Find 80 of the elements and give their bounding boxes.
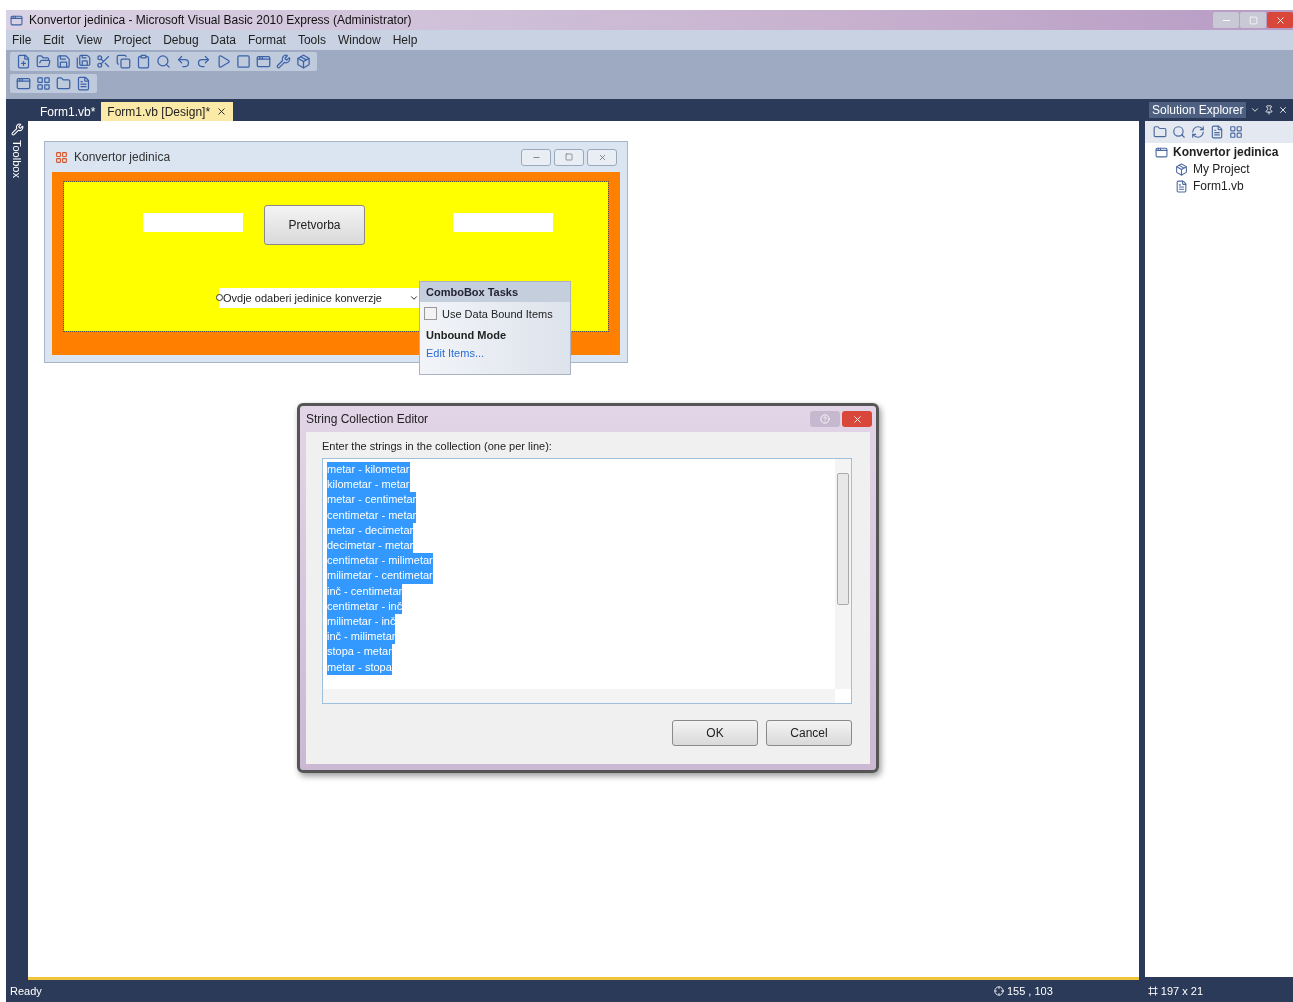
- paste-icon[interactable]: [136, 54, 151, 69]
- stop-icon[interactable]: [236, 54, 251, 69]
- horizontal-scrollbar[interactable]: [323, 689, 835, 703]
- document-icon[interactable]: [1210, 125, 1224, 139]
- document-tab[interactable]: Form1.vb*: [34, 102, 102, 121]
- menu-item[interactable]: File: [8, 33, 36, 47]
- menu-item[interactable]: Window: [333, 33, 385, 47]
- package-icon[interactable]: [296, 54, 311, 69]
- folder-icon[interactable]: [1153, 125, 1167, 139]
- folder-icon[interactable]: [56, 76, 71, 91]
- grid-icon[interactable]: [1229, 125, 1243, 139]
- convert-button[interactable]: Pretvorba: [264, 205, 365, 245]
- document-tab[interactable]: Form1.vb [Design]*: [101, 102, 234, 121]
- menu-item[interactable]: Debug: [159, 33, 203, 47]
- size-text: 197 x 21: [1160, 985, 1203, 997]
- menu-item[interactable]: Edit: [39, 33, 69, 47]
- dialog-button[interactable]: OK: [672, 720, 758, 746]
- tree-item[interactable]: Form1.vb: [1193, 179, 1244, 193]
- close-button[interactable]: [587, 148, 617, 166]
- menu-item[interactable]: Data: [206, 33, 240, 47]
- section-heading: Unbound Mode: [425, 328, 508, 341]
- tasks-title: ComboBox Tasks: [420, 282, 570, 302]
- vertical-scrollbar[interactable]: [835, 459, 851, 689]
- folder-icon[interactable]: [36, 54, 51, 69]
- checkbox[interactable]: [424, 307, 437, 320]
- app-icon: [10, 13, 23, 27]
- dialog-button[interactable]: Cancel: [766, 720, 852, 746]
- menu-item[interactable]: View: [72, 33, 106, 47]
- close-icon: [851, 413, 863, 425]
- search-icon[interactable]: [156, 54, 171, 69]
- redo-icon[interactable]: [196, 54, 211, 69]
- wrench-icon[interactable]: [276, 54, 291, 69]
- output-field[interactable]: [453, 213, 553, 232]
- combo-box[interactable]: Ovdje odaberi jedinice konverzje: [219, 288, 419, 308]
- help-icon: [820, 414, 830, 424]
- close-icon: [1274, 14, 1286, 26]
- status-text: Ready: [10, 985, 42, 997]
- close-icon[interactable]: [1278, 105, 1289, 115]
- close-button[interactable]: [1267, 12, 1293, 28]
- refresh-icon[interactable]: [1191, 125, 1205, 139]
- checkbox-label: Use Data Bound Items: [442, 307, 553, 320]
- input-field[interactable]: [143, 213, 243, 232]
- search-icon[interactable]: [1172, 125, 1186, 139]
- panel-title: Solution Explorer: [1149, 102, 1247, 118]
- save-all-icon[interactable]: [76, 54, 91, 69]
- menu-item[interactable]: Format: [243, 33, 290, 47]
- play-icon[interactable]: [216, 54, 231, 69]
- document-icon[interactable]: [76, 76, 91, 91]
- position-text: 155 , 103: [1006, 985, 1053, 997]
- maximize-icon: [565, 153, 573, 161]
- save-icon[interactable]: [56, 54, 71, 69]
- copy-icon[interactable]: [116, 54, 131, 69]
- window-icon[interactable]: [16, 76, 31, 91]
- close-icon: [597, 152, 607, 162]
- new-file-icon[interactable]: [16, 54, 31, 69]
- prompt-label: Enter the strings in the collection (one per line):: [322, 440, 553, 452]
- close-icon[interactable]: [216, 106, 228, 117]
- menu-item[interactable]: Project: [109, 33, 156, 47]
- text-area[interactable]: [322, 458, 852, 704]
- cut-icon[interactable]: [96, 54, 111, 69]
- form-title: Konvertor jedinica: [74, 150, 171, 164]
- close-button[interactable]: [842, 411, 872, 427]
- maximize-icon: [1248, 15, 1258, 25]
- minimize-button[interactable]: [521, 148, 551, 166]
- menu-item[interactable]: Help: [388, 33, 422, 47]
- dropdown-icon[interactable]: [1250, 105, 1261, 115]
- dropdown-icon: [409, 293, 419, 303]
- pin-icon[interactable]: [1264, 105, 1275, 115]
- window-title: Konvertor jedinica - Microsoft Visual Basic 2010 Express (Administrator): [29, 13, 412, 27]
- undo-icon[interactable]: [176, 54, 191, 69]
- window-icon[interactable]: [256, 54, 271, 69]
- grid-icon[interactable]: [36, 76, 51, 91]
- tree-item[interactable]: Konvertor jedinica: [1173, 145, 1279, 159]
- edit-items-link[interactable]: Edit Items...: [420, 341, 570, 359]
- wrench-icon: [10, 123, 24, 136]
- toolbox-tab[interactable]: Toolbox: [11, 140, 23, 178]
- tree-item[interactable]: My Project: [1193, 162, 1250, 176]
- menu-item[interactable]: Tools: [293, 33, 330, 47]
- maximize-button[interactable]: [554, 148, 584, 166]
- dialog-title: String Collection Editor: [306, 412, 429, 426]
